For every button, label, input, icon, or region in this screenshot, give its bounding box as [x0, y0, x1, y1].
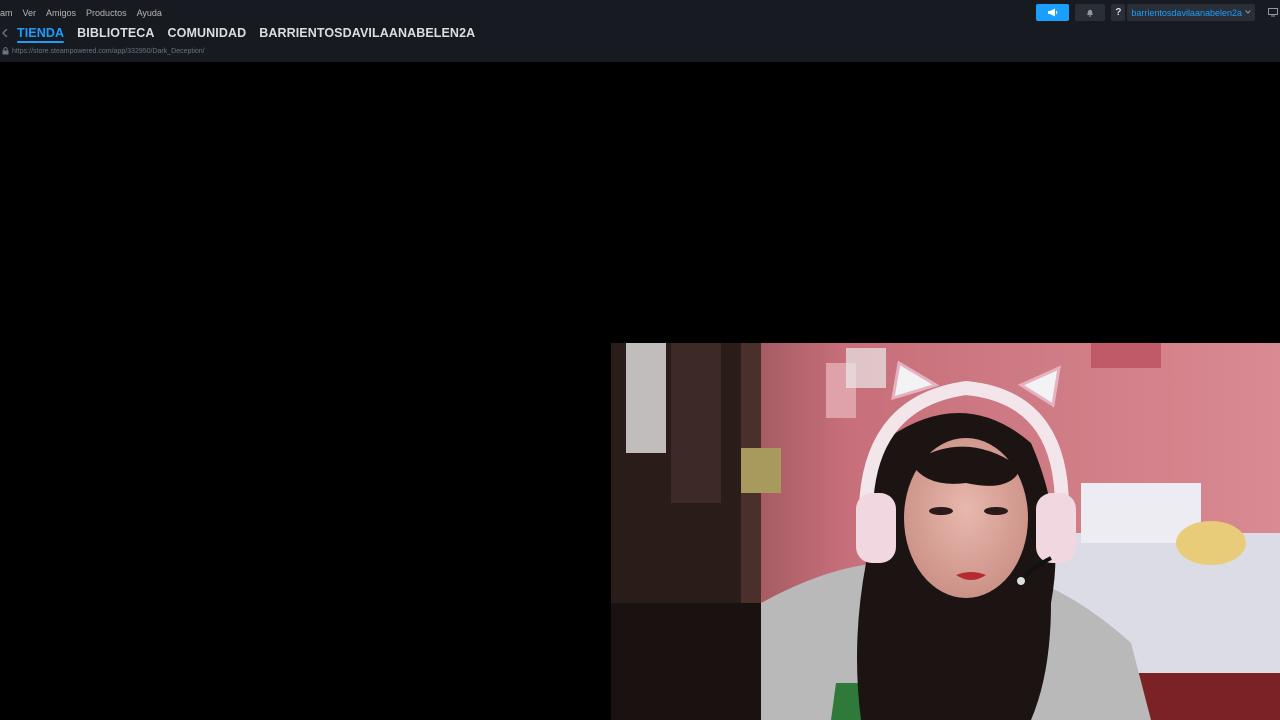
tab-profile[interactable]: BARRIENTOSDAVILAANABELEN2A: [259, 26, 475, 40]
menu-item-productos[interactable]: Productos: [86, 8, 127, 18]
menu-bar: am Ver Amigos Productos Ayuda: [0, 7, 172, 18]
menu-item-amigos[interactable]: Amigos: [46, 8, 76, 18]
help-button[interactable]: ?: [1111, 4, 1126, 21]
tab-biblioteca[interactable]: BIBLIOTECA: [77, 26, 154, 40]
monitor-icon[interactable]: [1267, 4, 1279, 21]
menu-item-ver[interactable]: Ver: [23, 8, 37, 18]
main-nav: TIENDA BIBLIOTECA COMUNIDAD BARRIENTOSDA…: [0, 24, 481, 43]
webcam-image: [611, 343, 1280, 720]
menu-item-ayuda[interactable]: Ayuda: [137, 8, 162, 18]
megaphone-icon: [1047, 4, 1058, 22]
chevron-down-icon: [1245, 9, 1251, 16]
url-bar: https://store.steampowered.com/app/33295…: [0, 46, 205, 56]
announcements-button[interactable]: [1036, 4, 1070, 22]
url-text[interactable]: https://store.steampowered.com/app/33295…: [12, 48, 205, 55]
account-menu[interactable]: barrientosdavilaanabelen2a: [1127, 4, 1255, 21]
bell-icon: [1086, 4, 1094, 22]
notifications-button[interactable]: [1075, 4, 1106, 22]
back-arrow-icon[interactable]: [0, 24, 10, 42]
webcam-overlay: [611, 343, 1280, 720]
help-label: ?: [1115, 7, 1122, 18]
lock-icon: [0, 46, 10, 56]
account-username: barrientosdavilaanabelen2a: [1131, 7, 1242, 18]
tab-tienda[interactable]: TIENDA: [17, 26, 65, 43]
menu-item-steam[interactable]: am: [0, 8, 13, 18]
header-controls: ? barrientosdavilaanabelen2a: [1036, 4, 1280, 21]
tab-comunidad[interactable]: COMUNIDAD: [168, 26, 247, 40]
steam-titlebar: am Ver Amigos Productos Ayuda TIENDA BIB…: [0, 0, 1280, 62]
